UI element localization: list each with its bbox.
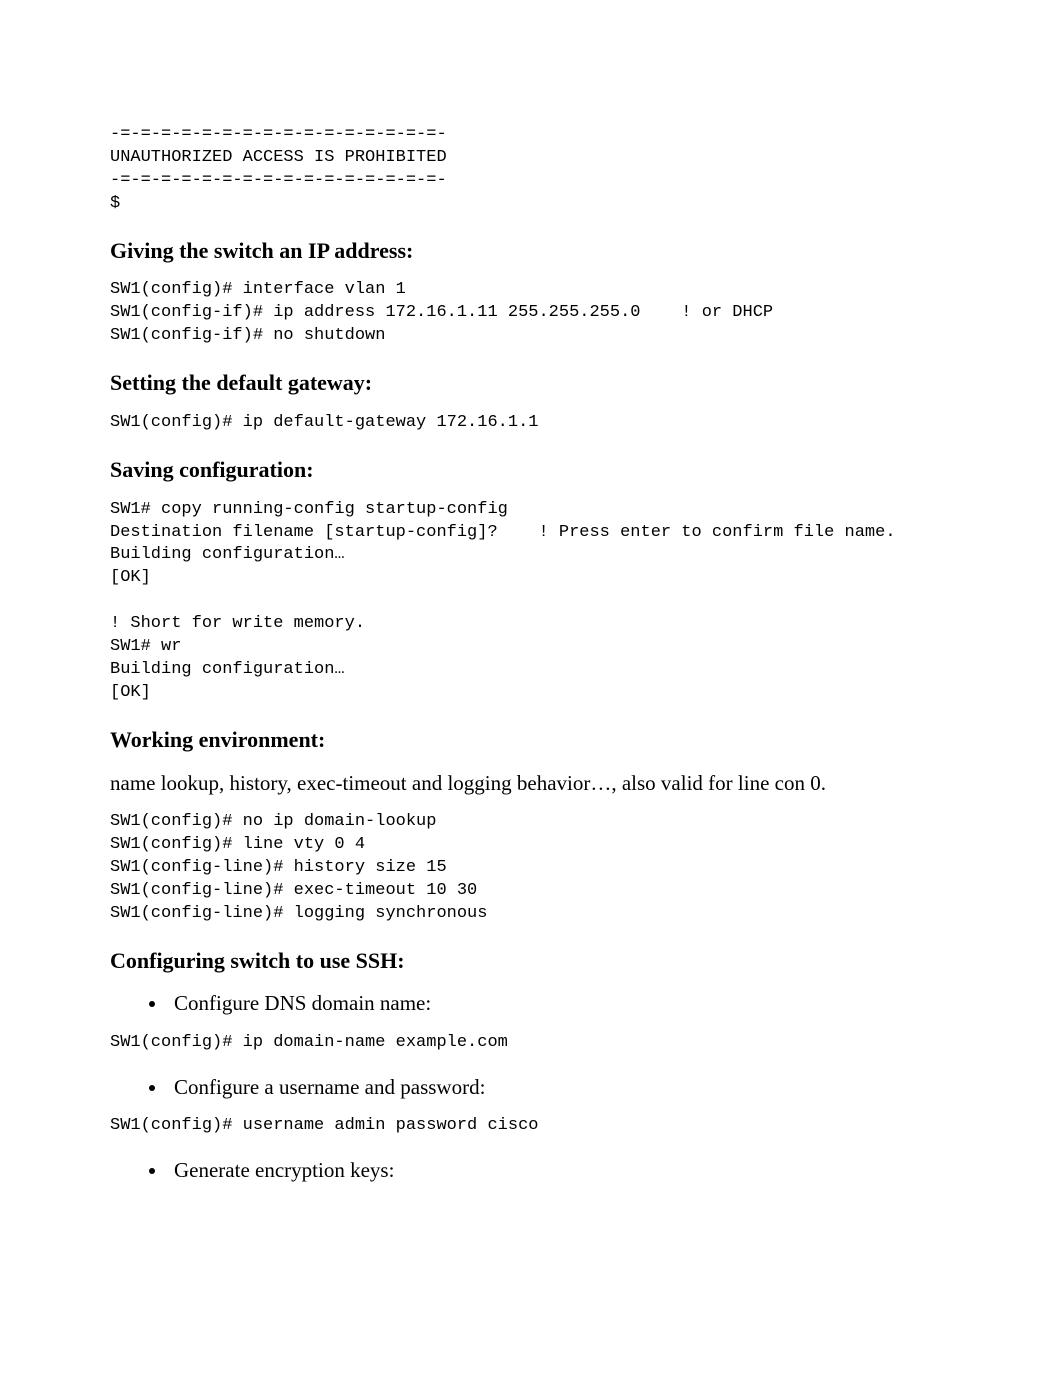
heading-working-env: Working environment: bbox=[110, 725, 952, 755]
list-item: Configure DNS domain name: bbox=[168, 989, 952, 1017]
heading-saving-config: Saving configuration: bbox=[110, 455, 952, 485]
bullet-list: Configure DNS domain name: bbox=[110, 989, 952, 1017]
bullet-list: Generate encryption keys: bbox=[110, 1156, 952, 1184]
text-working-env: name lookup, history, exec-timeout and l… bbox=[110, 769, 952, 797]
heading-ssh: Configuring switch to use SSH: bbox=[110, 946, 952, 976]
heading-default-gateway: Setting the default gateway: bbox=[110, 368, 952, 398]
banner-code-block: -=-=-=-=-=-=-=-=-=-=-=-=-=-=-=-=- UNAUTH… bbox=[110, 124, 952, 216]
code-ssh-username: SW1(config)# username admin password cis… bbox=[110, 1115, 952, 1138]
code-ip-address: SW1(config)# interface vlan 1 SW1(config… bbox=[110, 279, 952, 348]
list-item: Generate encryption keys: bbox=[168, 1156, 952, 1184]
bullet-list: Configure a username and password: bbox=[110, 1073, 952, 1101]
code-saving-config: SW1# copy running-config startup-config … bbox=[110, 499, 952, 705]
code-ssh-domain: SW1(config)# ip domain-name example.com bbox=[110, 1032, 952, 1055]
code-default-gateway: SW1(config)# ip default-gateway 172.16.1… bbox=[110, 412, 952, 435]
code-working-env: SW1(config)# no ip domain-lookup SW1(con… bbox=[110, 811, 952, 926]
list-item: Configure a username and password: bbox=[168, 1073, 952, 1101]
heading-ip-address: Giving the switch an IP address: bbox=[110, 236, 952, 266]
